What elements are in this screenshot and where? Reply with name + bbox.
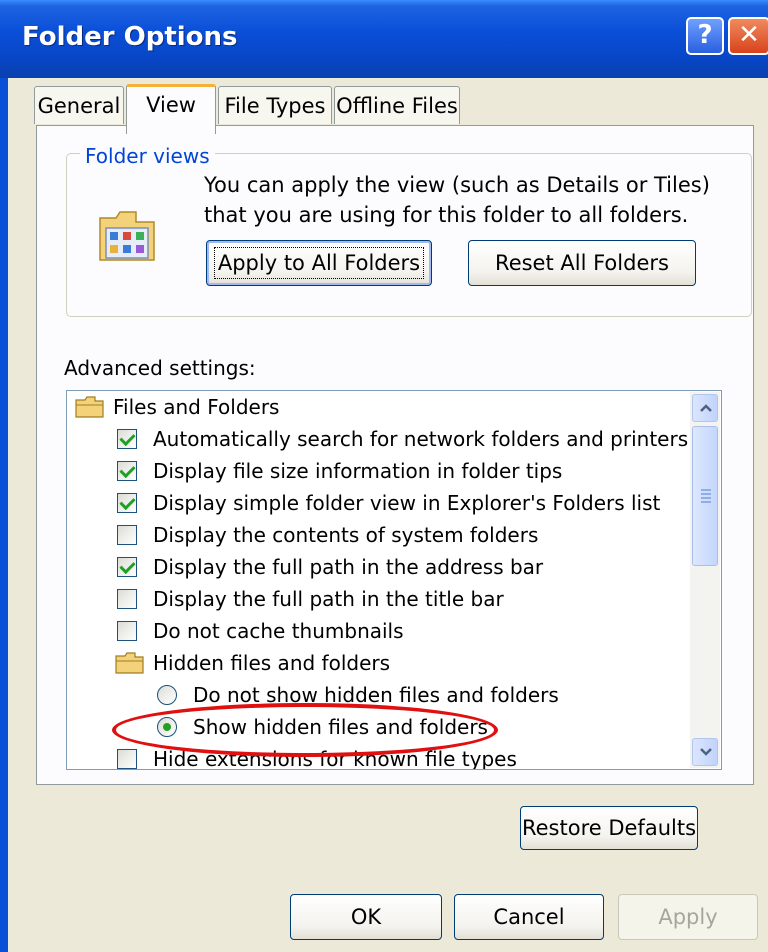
cancel-button[interactable]: Cancel (454, 894, 604, 940)
folder-icon (115, 652, 144, 674)
folder-icon (75, 396, 104, 418)
tree-folder-label: Files and Folders (113, 395, 280, 419)
advanced-settings-label: Advanced settings: (64, 356, 256, 380)
option-label: Display the full path in the title bar (153, 587, 504, 611)
reset-all-folders-button[interactable]: Reset All Folders (468, 240, 696, 286)
apply-button[interactable]: Apply (618, 894, 758, 940)
window-title: Folder Options (22, 22, 238, 52)
tab-file-types-label: File Types (224, 94, 326, 118)
checkbox-checked[interactable] (117, 493, 137, 513)
option-label: Display simple folder view in Explorer's… (153, 491, 661, 515)
window-frame (0, 78, 8, 952)
tab-view-label: View (146, 93, 196, 117)
checkbox-checked[interactable] (117, 429, 137, 449)
title-bar[interactable]: Folder Options ? ✕ (0, 0, 768, 78)
folder-options-dialog: Folder Options ? ✕ General View File Typ… (0, 0, 768, 952)
tab-file-types[interactable]: File Types (218, 86, 332, 124)
tree-folder-label: Hidden files and folders (153, 651, 391, 675)
tab-offline-files-label: Offline Files (336, 94, 458, 118)
help-button[interactable]: ? (686, 17, 724, 55)
advanced-list-scrollbar[interactable] (690, 392, 720, 768)
folder-views-description: You can apply the view (such as Details … (204, 173, 710, 227)
checkbox-unchecked[interactable] (117, 589, 137, 609)
highlight-annotation-ellipse (112, 703, 498, 757)
ok-button[interactable]: OK (290, 894, 442, 940)
checkbox-checked[interactable] (117, 557, 137, 577)
apply-to-all-folders-button[interactable]: Apply to All Folders (206, 240, 432, 286)
tab-offline-files[interactable]: Offline Files (334, 86, 460, 124)
option-label: Display file size information in folder … (153, 459, 563, 483)
option-label: Do not cache thumbnails (153, 619, 404, 643)
tab-general[interactable]: General (34, 86, 124, 124)
option-label: Display the contents of system folders (153, 523, 539, 547)
folder-views-icon (99, 211, 155, 261)
reset-all-folders-label: Reset All Folders (495, 251, 669, 275)
tab-view[interactable]: View (126, 84, 216, 134)
tab-general-label: General (37, 94, 121, 118)
grip-icon (701, 489, 711, 491)
restore-defaults-button[interactable]: Restore Defaults (520, 806, 698, 850)
apply-to-all-folders-label: Apply to All Folders (213, 247, 425, 279)
chevron-down-icon (700, 748, 712, 756)
option-label: Display the full path in the address bar (153, 555, 544, 579)
chevron-up-icon (700, 404, 712, 412)
scroll-down-button[interactable] (692, 738, 718, 766)
ok-label: OK (350, 905, 382, 929)
checkbox-checked[interactable] (117, 461, 137, 481)
checkbox-unchecked[interactable] (117, 525, 137, 545)
close-button[interactable]: ✕ (728, 17, 768, 55)
checkbox-unchecked[interactable] (117, 621, 137, 641)
apply-label: Apply (658, 905, 718, 929)
restore-defaults-label: Restore Defaults (521, 816, 697, 840)
folder-views-label: Folder views (80, 144, 215, 168)
radio-unselected[interactable] (157, 685, 177, 705)
option-label: Automatically search for network folders… (153, 427, 689, 451)
scroll-thumb[interactable] (692, 426, 718, 566)
cancel-label: Cancel (493, 905, 565, 929)
checkbox-unchecked[interactable] (117, 749, 137, 769)
scroll-up-button[interactable] (692, 394, 718, 422)
